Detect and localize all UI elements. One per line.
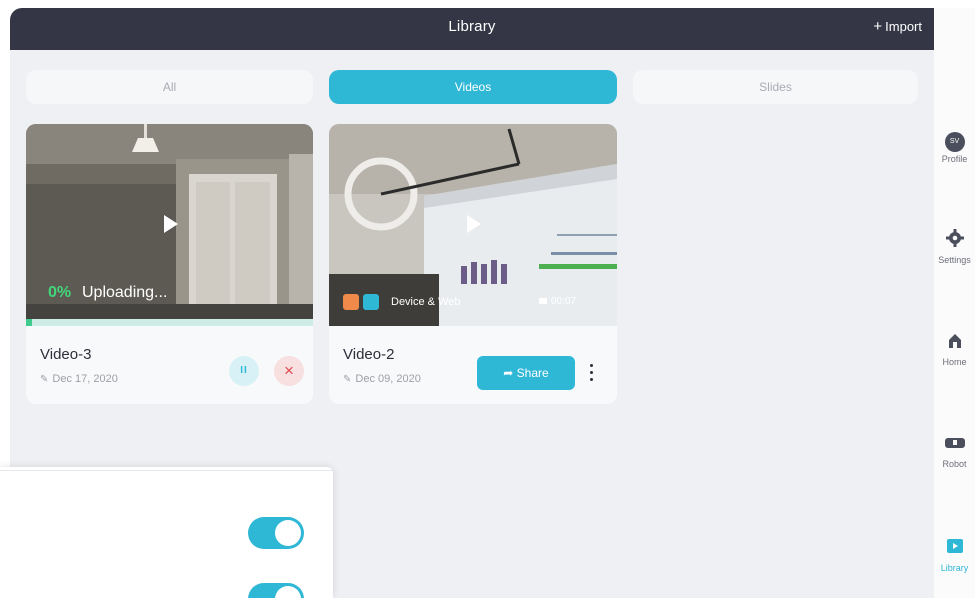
- library-header: Library + Import: [10, 8, 934, 50]
- page-title: Library: [448, 18, 496, 35]
- play-icon[interactable]: [164, 215, 178, 233]
- play-icon[interactable]: [467, 215, 481, 233]
- pause-upload-button[interactable]: II: [229, 356, 259, 386]
- library-icon: [946, 539, 963, 553]
- toggle-switch-1[interactable]: [248, 517, 304, 549]
- video-thumbnail[interactable]: 0% Uploading...: [26, 124, 313, 326]
- nav-item-profile[interactable]: SV Profile: [934, 130, 975, 164]
- plus-icon: +: [873, 18, 883, 35]
- video-date-row: ✎ Dec 09, 2020: [343, 373, 421, 385]
- gear-icon: [945, 229, 964, 247]
- import-label: Import: [885, 19, 922, 34]
- upload-percent: 0%: [48, 284, 72, 301]
- toggle-switch-2[interactable]: [248, 583, 304, 598]
- pencil-icon: ✎: [343, 374, 352, 385]
- duration-row: 00:07: [539, 296, 576, 307]
- nav-label: Settings: [938, 255, 971, 265]
- nav-label: Home: [942, 357, 967, 367]
- cancel-upload-button[interactable]: ×: [274, 356, 304, 386]
- divider: [0, 470, 333, 471]
- pencil-icon: ✎: [40, 374, 49, 385]
- tab-slides[interactable]: Slides: [633, 70, 918, 104]
- video-date-row: ✎ Dec 17, 2020: [40, 373, 118, 385]
- video-date: Dec 17, 2020: [52, 373, 118, 385]
- upload-progress-bar: [26, 319, 313, 326]
- video-source: Device & Web: [391, 296, 461, 308]
- nav-item-home[interactable]: Home: [934, 332, 975, 367]
- share-label: Share: [516, 366, 549, 380]
- video-title: Video-3: [40, 346, 92, 363]
- video-date: Dec 09, 2020: [355, 373, 421, 385]
- tab-all[interactable]: All: [26, 70, 313, 104]
- video-title: Video-2: [343, 346, 395, 363]
- robot-icon: [944, 438, 965, 448]
- upload-progress-fill: [26, 319, 32, 326]
- settings-panel: [0, 467, 333, 598]
- nav-item-robot[interactable]: Robot: [934, 434, 975, 469]
- video-thumbnail[interactable]: Device & Web 00:07: [329, 124, 617, 326]
- video-card-video-2[interactable]: Device & Web 00:07 Video-2 ✎ Dec 09, 2020…: [329, 124, 617, 404]
- camera-icon: [539, 298, 547, 304]
- share-icon: ➦: [503, 366, 517, 380]
- nav-item-settings[interactable]: Settings: [934, 228, 975, 265]
- right-nav: SV Profile Settings Home Robot Library: [934, 8, 975, 598]
- nav-label: Profile: [941, 154, 968, 164]
- share-button[interactable]: ➦ Share: [477, 356, 575, 390]
- avatar: SV: [944, 132, 965, 152]
- nav-item-library[interactable]: Library: [934, 536, 975, 573]
- video-duration: 00:07: [551, 296, 577, 307]
- video-card-video-3[interactable]: 0% Uploading... Video-3 ✎ Dec 17, 2020 II…: [26, 124, 313, 404]
- nav-label: Library: [940, 563, 969, 573]
- nav-label: Robot: [942, 459, 967, 469]
- more-options-button[interactable]: [585, 360, 597, 386]
- import-button[interactable]: + Import: [873, 8, 922, 50]
- device-icon: [343, 294, 359, 310]
- tab-videos[interactable]: Videos: [329, 70, 617, 104]
- home-icon: [948, 334, 961, 348]
- cloud-icon: [363, 294, 379, 310]
- upload-status: Uploading...: [82, 284, 168, 301]
